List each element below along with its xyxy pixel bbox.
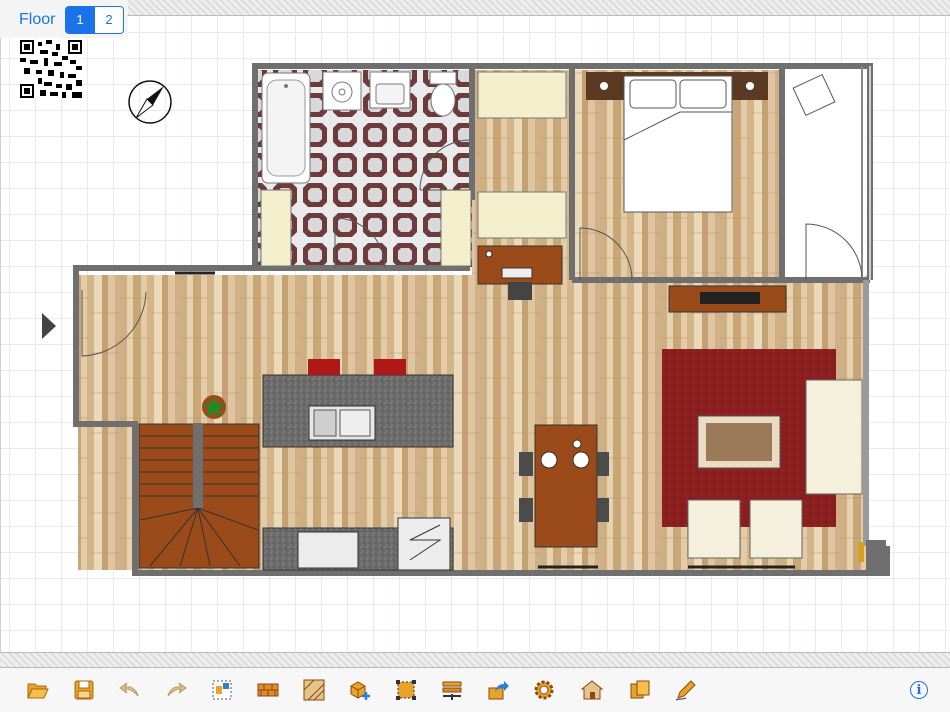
bottom-toolbar <box>0 668 950 712</box>
floor-2-button[interactable]: 2 <box>94 6 124 34</box>
open-icon[interactable] <box>26 678 50 702</box>
save-icon[interactable] <box>72 678 96 702</box>
undo-icon[interactable] <box>118 678 142 702</box>
settings-icon[interactable] <box>532 678 556 702</box>
wall-icon[interactable] <box>256 678 280 702</box>
select-area-icon[interactable] <box>394 678 418 702</box>
plan-view-icon[interactable] <box>210 678 234 702</box>
qr-code-icon[interactable] <box>20 40 82 98</box>
layers-icon[interactable] <box>440 678 464 702</box>
compass-icon[interactable] <box>126 78 174 126</box>
entrance-arrow-icon <box>42 313 56 339</box>
floor-label: Floor <box>19 11 56 28</box>
3d-view-icon[interactable] <box>580 678 604 702</box>
catalog-icon[interactable] <box>628 678 652 702</box>
room-icon[interactable] <box>302 678 326 702</box>
add-object-icon[interactable] <box>348 678 372 702</box>
bottom-ruler-strip <box>0 652 950 668</box>
share-icon[interactable] <box>486 678 510 702</box>
pencil-icon[interactable] <box>674 678 698 702</box>
info-button[interactable]: i <box>910 681 928 699</box>
floor-1-button[interactable]: 1 <box>65 6 95 34</box>
redo-icon[interactable] <box>164 678 188 702</box>
floor-selector: Floor 1 2 <box>0 0 128 38</box>
